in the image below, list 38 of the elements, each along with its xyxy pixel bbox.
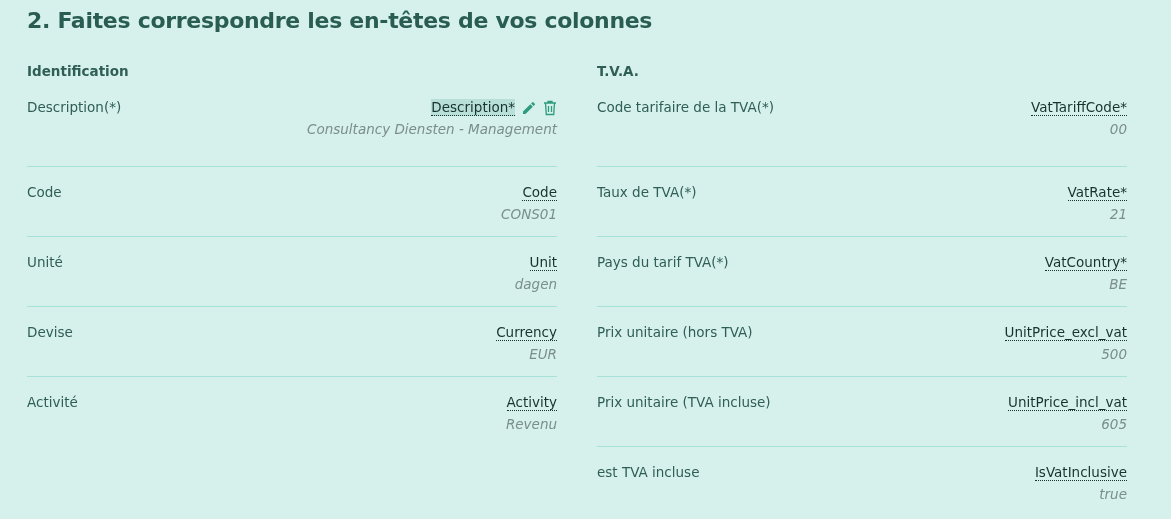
sample-value: Revenu — [505, 416, 557, 432]
page-title: 2. Faites correspondre les en-têtes de vos colonnes — [27, 8, 654, 33]
column-mapping-link[interactable]: Unit — [529, 254, 557, 271]
section-heading: Identification — [27, 63, 130, 79]
column-mapping-link[interactable]: Currency — [496, 324, 557, 341]
column-mapping-link[interactable]: UnitPrice_excl_vat — [1004, 324, 1127, 341]
column-mapping-link[interactable]: IsVatInclusive — [1034, 464, 1127, 481]
sample-value: 00 — [1109, 121, 1127, 137]
sample-value: BE — [1109, 276, 1127, 292]
column-mapping-link[interactable]: VatCountry* — [1044, 254, 1127, 271]
column-mapping-link[interactable]: Activity — [506, 394, 557, 411]
field-label: Prix unitaire (hors TVA) — [597, 324, 753, 342]
field-label: Pays du tarif TVA(*) — [597, 254, 729, 272]
sample-value: Consultancy Diensten - Management — [307, 121, 557, 137]
field-label: Code — [27, 184, 62, 202]
field-label: Prix unitaire (TVA incluse) — [597, 394, 771, 412]
sample-value: 21 — [1109, 206, 1127, 222]
field-label: Description(*) — [27, 99, 122, 117]
sample-value: true — [1099, 486, 1127, 502]
sample-value: EUR — [529, 346, 557, 362]
field-label: est TVA incluse — [597, 464, 700, 482]
sample-value: dagen — [514, 276, 557, 292]
column-mapping-link[interactable]: VatTariffCode* — [1031, 99, 1127, 116]
sample-value: CONS01 — [501, 206, 557, 222]
column-mapping-link[interactable]: VatRate* — [1067, 184, 1127, 201]
field-label: Taux de TVA(*) — [597, 184, 697, 202]
field-label: Activité — [27, 394, 78, 412]
edit-icon[interactable] — [521, 99, 537, 116]
column-mapping-link[interactable]: UnitPrice_incl_vat — [1008, 394, 1127, 411]
delete-icon[interactable] — [543, 99, 557, 116]
column-mapping-link[interactable]: Description* — [431, 99, 515, 116]
field-label: Unité — [27, 254, 63, 272]
sample-value: 605 — [1101, 416, 1127, 432]
section-heading: T.V.A. — [597, 63, 640, 79]
field-label: Devise — [27, 324, 73, 342]
sample-value: 500 — [1101, 346, 1127, 362]
column-mapping-link[interactable]: Code — [522, 184, 557, 201]
field-label: Code tarifaire de la TVA(*) — [597, 99, 774, 117]
